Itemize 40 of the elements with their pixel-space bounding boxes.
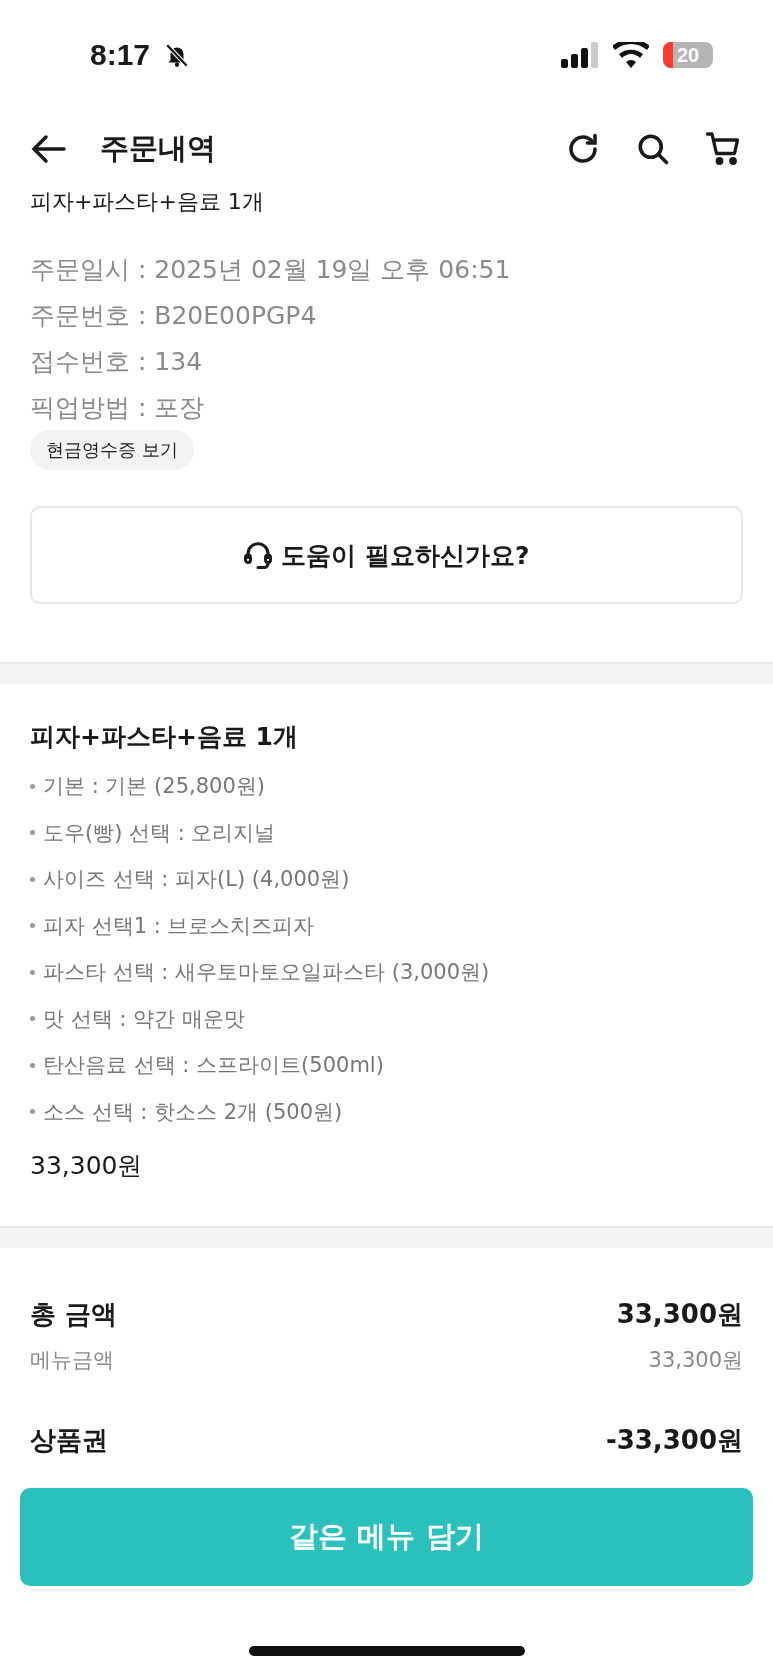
bullet-icon: [30, 783, 35, 789]
menu-name: 피자+파스타+음료 1개: [30, 721, 299, 753]
muted-bell-icon: [164, 41, 191, 69]
page-title: 주문내역: [100, 130, 217, 167]
receipt-chip[interactable]: 현금영수증 보기: [30, 430, 194, 470]
summary-value: 33,300원: [648, 1347, 743, 1374]
bullet-icon: [30, 969, 35, 975]
order-info-line: 주문번호 : B20E00PGP4: [30, 300, 318, 332]
menu-option: 기본 : 기본 (25,800원): [43, 763, 265, 810]
back-arrow-icon[interactable]: [30, 134, 66, 164]
bullet-icon: [30, 1062, 35, 1068]
menu-option: 탄산음료 선택 : 스프라이트(500ml): [43, 1042, 384, 1089]
order-info-line: 주문일시 : 2025년 02월 19일 오후 06:51: [30, 254, 512, 286]
summary-value: 33,300원: [616, 1297, 743, 1331]
bullet-icon: [30, 1016, 35, 1022]
menu-option: 파스타 선택 : 새우토마토오일파스타 (3,000원): [43, 949, 490, 996]
menu-option: 소스 선택 : 핫소스 2개 (500원): [43, 1088, 343, 1135]
battery-icon: 20: [663, 42, 713, 68]
summary-label: 메뉴금액: [30, 1347, 114, 1374]
bullet-icon: [30, 876, 35, 882]
summary-label: 상품권: [30, 1423, 108, 1457]
help-button[interactable]: 도움이 필요하신가요?: [30, 506, 743, 604]
signal-icon: [561, 42, 599, 68]
menu-option: 피자 선택1 : 브로스치즈피자: [43, 902, 315, 949]
search-icon[interactable]: [635, 131, 671, 167]
bullet-icon: [30, 923, 35, 929]
bullet-icon: [30, 1109, 35, 1115]
headset-icon: [243, 540, 274, 570]
order-info-line: 접수번호 : 134: [30, 346, 204, 378]
menu-option: 도우(빵) 선택 : 오리지널: [43, 809, 276, 856]
status-time: 8:17: [90, 38, 151, 72]
summary-label: 총 금액: [30, 1297, 118, 1331]
menu-price: 33,300원: [30, 1150, 144, 1182]
menu-option: 맛 선택 : 약간 매운맛: [43, 995, 245, 1042]
wifi-icon: [613, 42, 649, 68]
item-title: 피자+파스타+음료 1개: [30, 188, 264, 216]
order-info-line: 픽업방법 : 포장: [30, 392, 206, 424]
bullet-icon: [30, 830, 35, 836]
summary-value: -33,300원: [605, 1423, 743, 1457]
menu-option: 사이즈 선택 : 피자(L) (4,000원): [43, 856, 350, 903]
